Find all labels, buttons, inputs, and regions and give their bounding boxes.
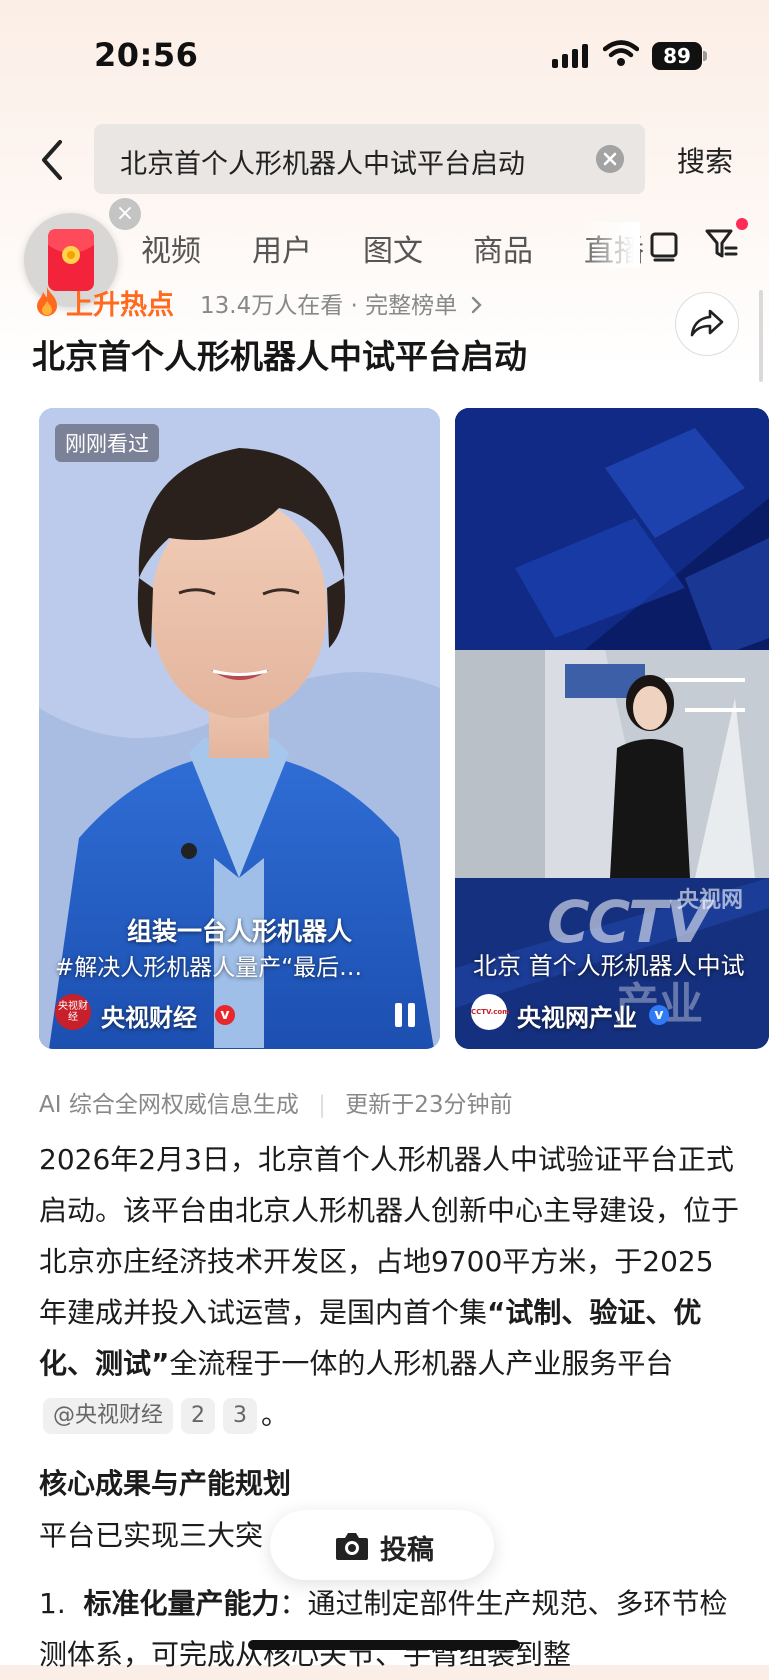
battery-tip	[703, 51, 707, 61]
tab-fade	[580, 222, 640, 268]
summary-paragraph: 2026年2月3日，北京首个人形机器人中试验证平台正式启动。该平台由北京人形机器…	[39, 1134, 739, 1440]
source-reference-tag[interactable]: @央视财经	[43, 1398, 174, 1434]
search-input[interactable]: 北京首个人形机器人中试平台启动	[94, 124, 645, 194]
cellular-signal-icon	[552, 44, 592, 68]
tab-image-text[interactable]: 图文	[363, 226, 423, 270]
updated-time: 更新于23分钟前	[345, 1092, 513, 1118]
filter-notification-dot	[736, 218, 748, 230]
battery-icon: 89	[652, 42, 702, 70]
fire-icon	[37, 287, 57, 316]
video-caption-title: 组装一台人形机器人	[126, 917, 352, 946]
camera-icon	[336, 1533, 368, 1560]
author-name[interactable]: 央视财经	[101, 998, 197, 1033]
hot-trend-label[interactable]: 上升热点	[66, 283, 174, 322]
share-button[interactable]	[675, 292, 739, 356]
scrollbar[interactable]	[759, 290, 763, 382]
search-button[interactable]: 搜索	[677, 140, 733, 180]
verified-badge-icon: v	[649, 1005, 669, 1025]
post-button-label: 投稿	[380, 1535, 434, 1566]
home-indicator[interactable]	[248, 1640, 520, 1650]
cctv-watermark-cn: 央视网	[677, 888, 744, 913]
video-caption: 北京 首个人形机器人中试	[473, 952, 745, 980]
verified-badge-icon: v	[215, 1005, 235, 1025]
section-intro: 平台已实现三大突	[39, 1519, 264, 1552]
tab-video[interactable]: 视频	[141, 226, 201, 270]
author-avatar[interactable]: 央视财经	[55, 994, 91, 1030]
hot-trend-meta[interactable]: 13.4万人在看 · 完整榜单	[200, 286, 484, 320]
close-icon[interactable]: ×	[109, 198, 141, 230]
divider: |	[318, 1092, 326, 1118]
video-caption-hashtag: #解决人形机器人量产“最后…	[55, 955, 363, 981]
status-time: 20:56	[94, 36, 199, 74]
pause-icon[interactable]	[393, 1002, 417, 1028]
post-button[interactable]: 投稿	[270, 1510, 494, 1580]
share-icon	[690, 309, 724, 337]
section-title: 核心成果与产能规划	[39, 1467, 292, 1500]
video-card-2[interactable]: CCTV 央视网 产业 北京 首个人形机器人中试 CCTV.com 央视网产业 …	[455, 408, 769, 1049]
reference-tag-3[interactable]: 3	[223, 1398, 258, 1434]
layout-toggle-icon[interactable]	[648, 228, 680, 262]
author-name[interactable]: 央视网产业	[517, 998, 637, 1033]
wifi-icon	[603, 40, 639, 66]
tab-products[interactable]: 商品	[473, 226, 533, 270]
author-avatar[interactable]: CCTV.com	[471, 994, 509, 1030]
search-query-text: 北京首个人形机器人中试平台启动	[120, 149, 525, 180]
page-title: 北京首个人形机器人中试平台启动	[32, 337, 527, 376]
reference-tag-2[interactable]: 2	[181, 1398, 216, 1434]
filter-icon[interactable]	[704, 226, 740, 262]
video-card-1[interactable]: 刚刚看过 组装一台人形机器人 #解决人形机器人量产“最后… 央视财经 央视财经 …	[39, 408, 440, 1049]
viewers-and-ranking-text: 13.4万人在看 · 完整榜单	[200, 293, 458, 319]
ai-generated-label: AI 综合全网权威信息生成	[39, 1092, 299, 1118]
clear-search-icon[interactable]	[596, 145, 624, 173]
tab-users[interactable]: 用户	[252, 226, 312, 270]
back-button[interactable]	[34, 136, 70, 184]
chevron-right-icon	[472, 296, 483, 314]
ai-source-line: AI 综合全网权威信息生成 | 更新于23分钟前	[39, 1085, 512, 1119]
recently-viewed-badge: 刚刚看过	[55, 424, 159, 462]
